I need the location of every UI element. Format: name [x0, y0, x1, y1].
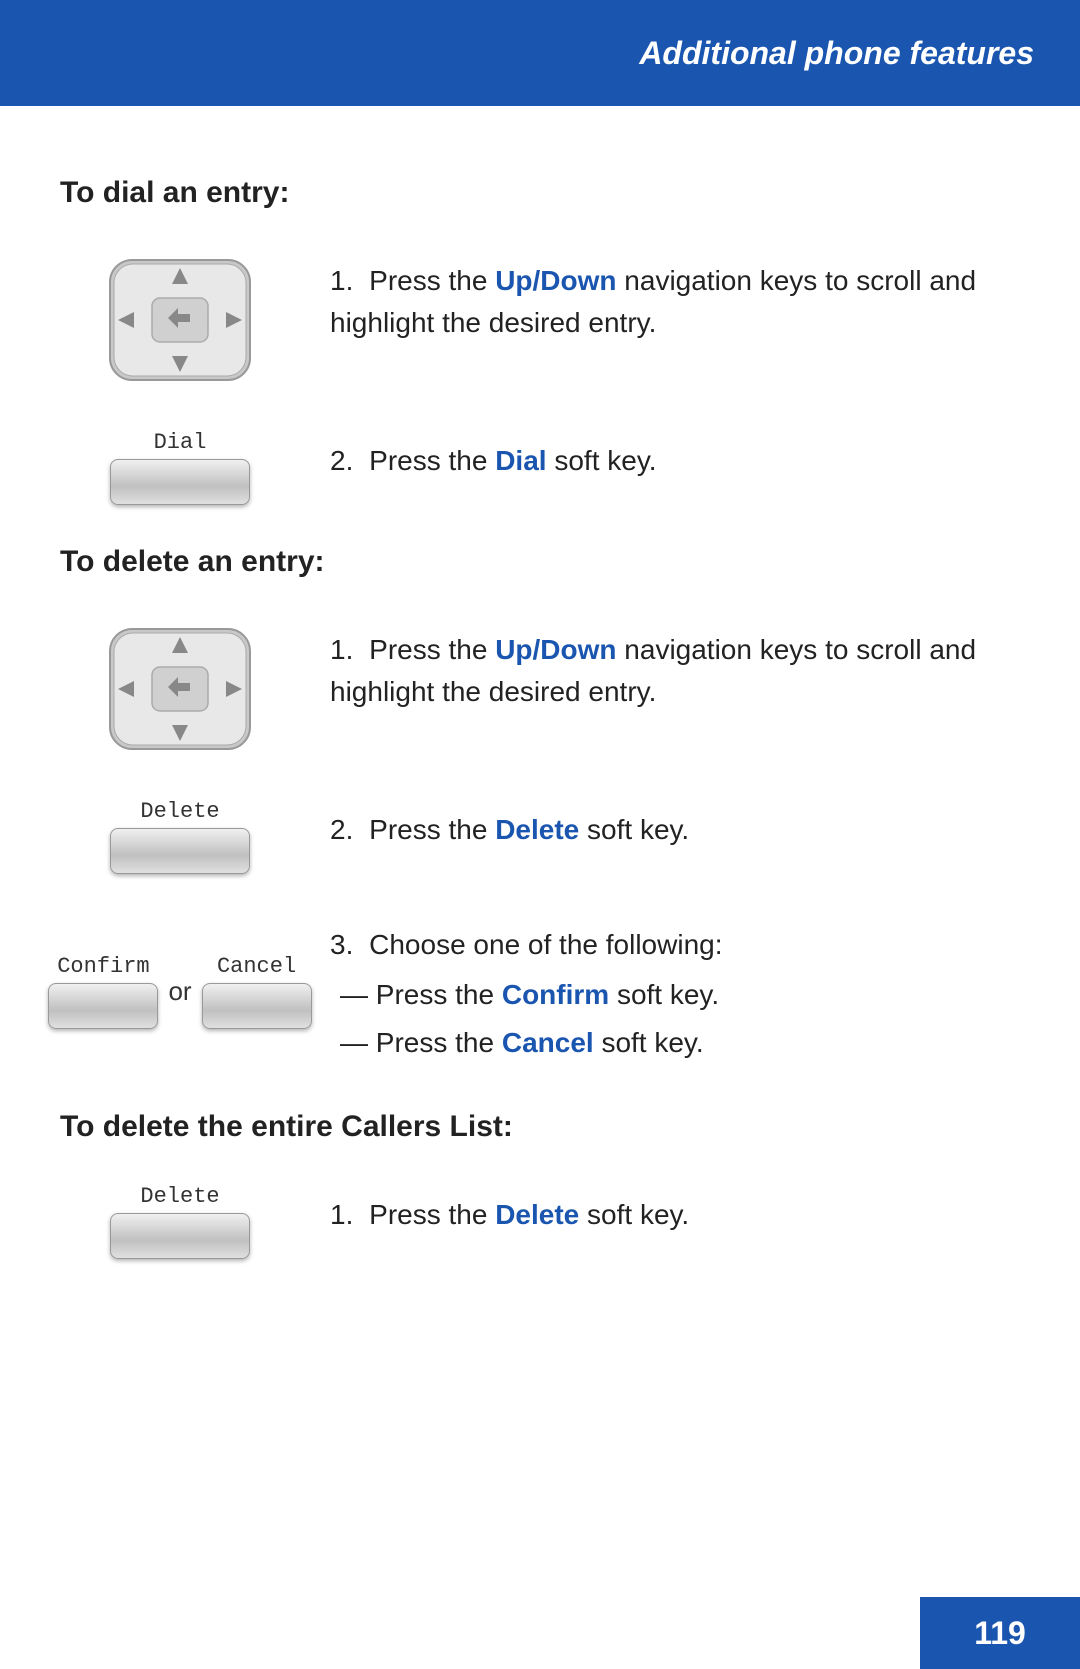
confirm-highlight: Confirm: [502, 979, 609, 1010]
callers-step-1-text: 1. Press the Delete soft key.: [300, 1184, 1020, 1236]
delete-step-1: 1. Press the Up/Down navigation keys to …: [60, 619, 1020, 759]
delete-step-3-text: 3. Choose one of the following: Press th…: [300, 914, 1020, 1070]
dial-step-1-text: 1. Press the Up/Down navigation keys to …: [300, 250, 1020, 344]
delete-step-2: Delete 2. Press the Delete soft key.: [60, 799, 1020, 874]
delete-step-3: Confirm or Cancel 3. Choose one of the f…: [60, 914, 1020, 1070]
updown-highlight-2: Up/Down: [495, 634, 616, 665]
confirm-cancel-wrapper: Confirm or Cancel: [48, 954, 311, 1029]
delete-highlight-1: Delete: [495, 814, 579, 845]
dial-key-button: [110, 459, 250, 505]
confirm-cancel-list: Press the Confirm soft key. Press the Ca…: [330, 974, 1020, 1064]
callers-delete-image: Delete: [60, 1184, 300, 1259]
cancel-highlight: Cancel: [502, 1027, 594, 1058]
cancel-key-group: Cancel: [202, 954, 312, 1029]
section-dial-heading: To dial an entry:: [60, 176, 1020, 210]
section-callers-heading: To delete the entire Callers List:: [60, 1110, 1020, 1144]
confirm-key-label: Confirm: [57, 954, 149, 979]
cancel-option: Press the Cancel soft key.: [330, 1022, 1020, 1064]
main-content: To dial an entry:: [0, 106, 1080, 1359]
header-title: Additional phone features: [639, 35, 1034, 72]
callers-step-1: Delete 1. Press the Delete soft key.: [60, 1184, 1020, 1259]
dial-step-2: Dial 2. Press the Dial soft key.: [60, 430, 1020, 505]
section-delete-callers: To delete the entire Callers List: Delet…: [60, 1110, 1020, 1259]
delete-key-button: [110, 828, 250, 874]
nav-key-icon-2: [100, 619, 260, 759]
cancel-key-label: Cancel: [217, 954, 296, 979]
delete-key-label: Delete: [140, 799, 219, 824]
callers-delete-button: [110, 1213, 250, 1259]
confirm-cancel-image: Confirm or Cancel: [60, 914, 300, 1029]
nav-key-icon-1: [100, 250, 260, 390]
nav-key-image-2: [60, 619, 300, 759]
delete-softkey-image: Delete: [60, 799, 300, 874]
delete-highlight-2: Delete: [495, 1199, 579, 1230]
dial-step-1: 1. Press the Up/Down navigation keys to …: [60, 250, 1020, 390]
confirm-key-group: Confirm: [48, 954, 158, 1029]
confirm-cancel-row: Confirm or Cancel: [48, 954, 311, 1029]
section-delete-heading: To delete an entry:: [60, 545, 1020, 579]
callers-delete-label: Delete: [140, 1184, 219, 1209]
cancel-key-button: [202, 983, 312, 1029]
updown-highlight-1: Up/Down: [495, 265, 616, 296]
header-bar: Additional phone features: [0, 0, 1080, 106]
dial-highlight: Dial: [495, 445, 546, 476]
page-number: 119: [974, 1615, 1026, 1652]
page-number-bar: 119: [920, 1597, 1080, 1669]
dial-key-label: Dial: [154, 430, 207, 455]
confirm-key-button: [48, 983, 158, 1029]
delete-step-2-text: 2. Press the Delete soft key.: [300, 799, 1020, 851]
section-dial-entry: To dial an entry:: [60, 176, 1020, 505]
dial-softkey-image: Dial: [60, 430, 300, 505]
section-delete-entry: To delete an entry: 1. Press the: [60, 545, 1020, 1070]
or-text: or: [168, 976, 191, 1007]
delete-step-1-text: 1. Press the Up/Down navigation keys to …: [300, 619, 1020, 713]
dial-step-2-text: 2. Press the Dial soft key.: [300, 430, 1020, 482]
confirm-option: Press the Confirm soft key.: [330, 974, 1020, 1016]
nav-key-image-1: [60, 250, 300, 390]
